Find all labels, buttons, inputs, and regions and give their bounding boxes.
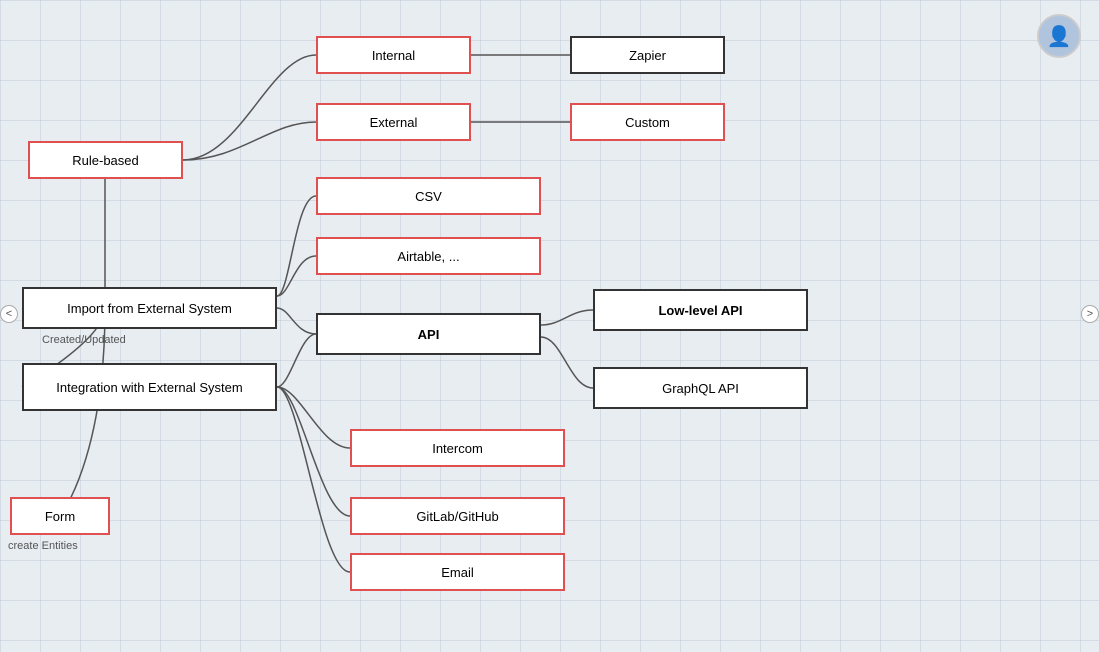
created-updated-text: Created/Updated — [42, 334, 126, 346]
expand-right-handle[interactable]: > — [1081, 305, 1099, 323]
integration-external-label: Integration with External System — [56, 380, 242, 395]
avatar-icon: 👤 — [1047, 24, 1072, 49]
expand-left-icon: < — [6, 308, 12, 320]
internal-label: Internal — [372, 48, 415, 63]
email-node: Email — [350, 553, 565, 591]
api-label: API — [418, 327, 440, 342]
graphql-api-label: GraphQL API — [662, 381, 739, 396]
airtable-label: Airtable, ... — [397, 249, 459, 264]
rule-based-node: Rule-based — [28, 141, 183, 179]
gitlab-label: GitLab/GitHub — [416, 509, 498, 524]
external-label: External — [370, 115, 418, 130]
external-node: External — [316, 103, 471, 141]
csv-node: CSV — [316, 177, 541, 215]
airtable-node: Airtable, ... — [316, 237, 541, 275]
api-node: API — [316, 313, 541, 355]
create-entities-label: create Entities — [8, 540, 78, 552]
graphql-api-node: GraphQL API — [593, 367, 808, 409]
intercom-label: Intercom — [432, 441, 483, 456]
internal-node: Internal — [316, 36, 471, 74]
form-label: Form — [45, 509, 75, 524]
zapier-node: Zapier — [570, 36, 725, 74]
rule-based-label: Rule-based — [72, 153, 139, 168]
avatar[interactable]: 👤 — [1037, 14, 1081, 58]
form-node: Form — [10, 497, 110, 535]
import-external-label: Import from External System — [67, 301, 232, 316]
zapier-label: Zapier — [629, 48, 666, 63]
csv-label: CSV — [415, 189, 442, 204]
low-level-api-label: Low-level API — [658, 303, 742, 318]
import-external-node[interactable]: Import from External System — [22, 287, 277, 329]
gitlab-node: GitLab/GitHub — [350, 497, 565, 535]
integration-external-node[interactable]: Integration with External System — [22, 363, 277, 411]
canvas: Rule-based Internal External Zapier Cust… — [0, 0, 1099, 652]
expand-left-handle[interactable]: < — [0, 305, 18, 323]
expand-right-icon: > — [1087, 308, 1093, 320]
custom-label: Custom — [625, 115, 670, 130]
low-level-api-node: Low-level API — [593, 289, 808, 331]
email-label: Email — [441, 565, 474, 580]
created-updated-label: Created/Updated — [42, 334, 126, 346]
create-entities-text: create Entities — [8, 540, 78, 552]
intercom-node: Intercom — [350, 429, 565, 467]
custom-node: Custom — [570, 103, 725, 141]
